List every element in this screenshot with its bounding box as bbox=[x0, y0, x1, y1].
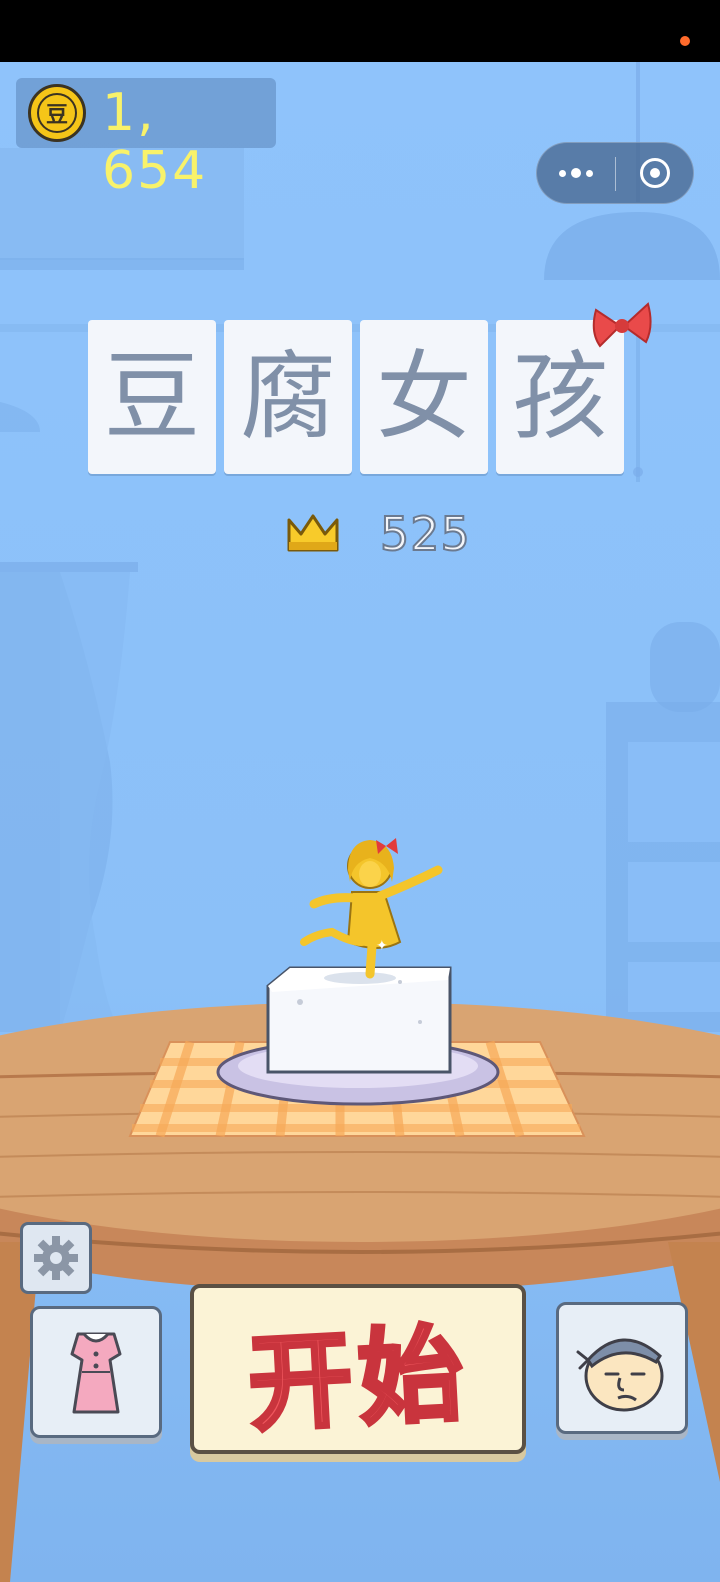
title-char-3: 女 bbox=[360, 320, 488, 474]
notification-dot bbox=[680, 36, 690, 46]
mini-program-capsule bbox=[536, 142, 694, 204]
title-char-2: 腐 bbox=[224, 320, 352, 474]
coin-balance-panel: 豆 1, 654 bbox=[16, 78, 276, 200]
wardrobe-button[interactable] bbox=[30, 1306, 162, 1438]
character-button[interactable] bbox=[556, 1302, 688, 1434]
bean-coin-icon: 豆 bbox=[28, 84, 86, 142]
capsule-divider bbox=[615, 157, 616, 191]
game-title: 豆 腐 女 孩 bbox=[88, 302, 652, 476]
start-label: 开始 bbox=[243, 1310, 473, 1447]
crown-icon bbox=[287, 514, 339, 552]
close-button[interactable] bbox=[617, 143, 693, 203]
target-icon bbox=[640, 158, 670, 188]
settings-button[interactable] bbox=[20, 1222, 92, 1294]
game-scene[interactable]: ✦ 豆 1, 654 豆 腐 女 孩 525 开始 bbox=[0, 62, 720, 1582]
coin-count: 1, 654 bbox=[102, 83, 208, 201]
status-bar bbox=[0, 0, 720, 62]
svg-text:✦: ✦ bbox=[376, 938, 388, 954]
more-dots-icon[interactable] bbox=[537, 143, 615, 203]
title-char-1: 豆 bbox=[88, 320, 216, 474]
golden-girl-character: ✦ bbox=[300, 838, 443, 979]
start-button[interactable]: 开始 bbox=[190, 1284, 526, 1454]
gear-icon bbox=[34, 1236, 78, 1280]
red-bow-icon bbox=[592, 302, 652, 348]
dress-icon bbox=[70, 1332, 122, 1414]
chef-face-icon bbox=[576, 1338, 664, 1412]
best-score-value: 525 bbox=[379, 507, 471, 561]
